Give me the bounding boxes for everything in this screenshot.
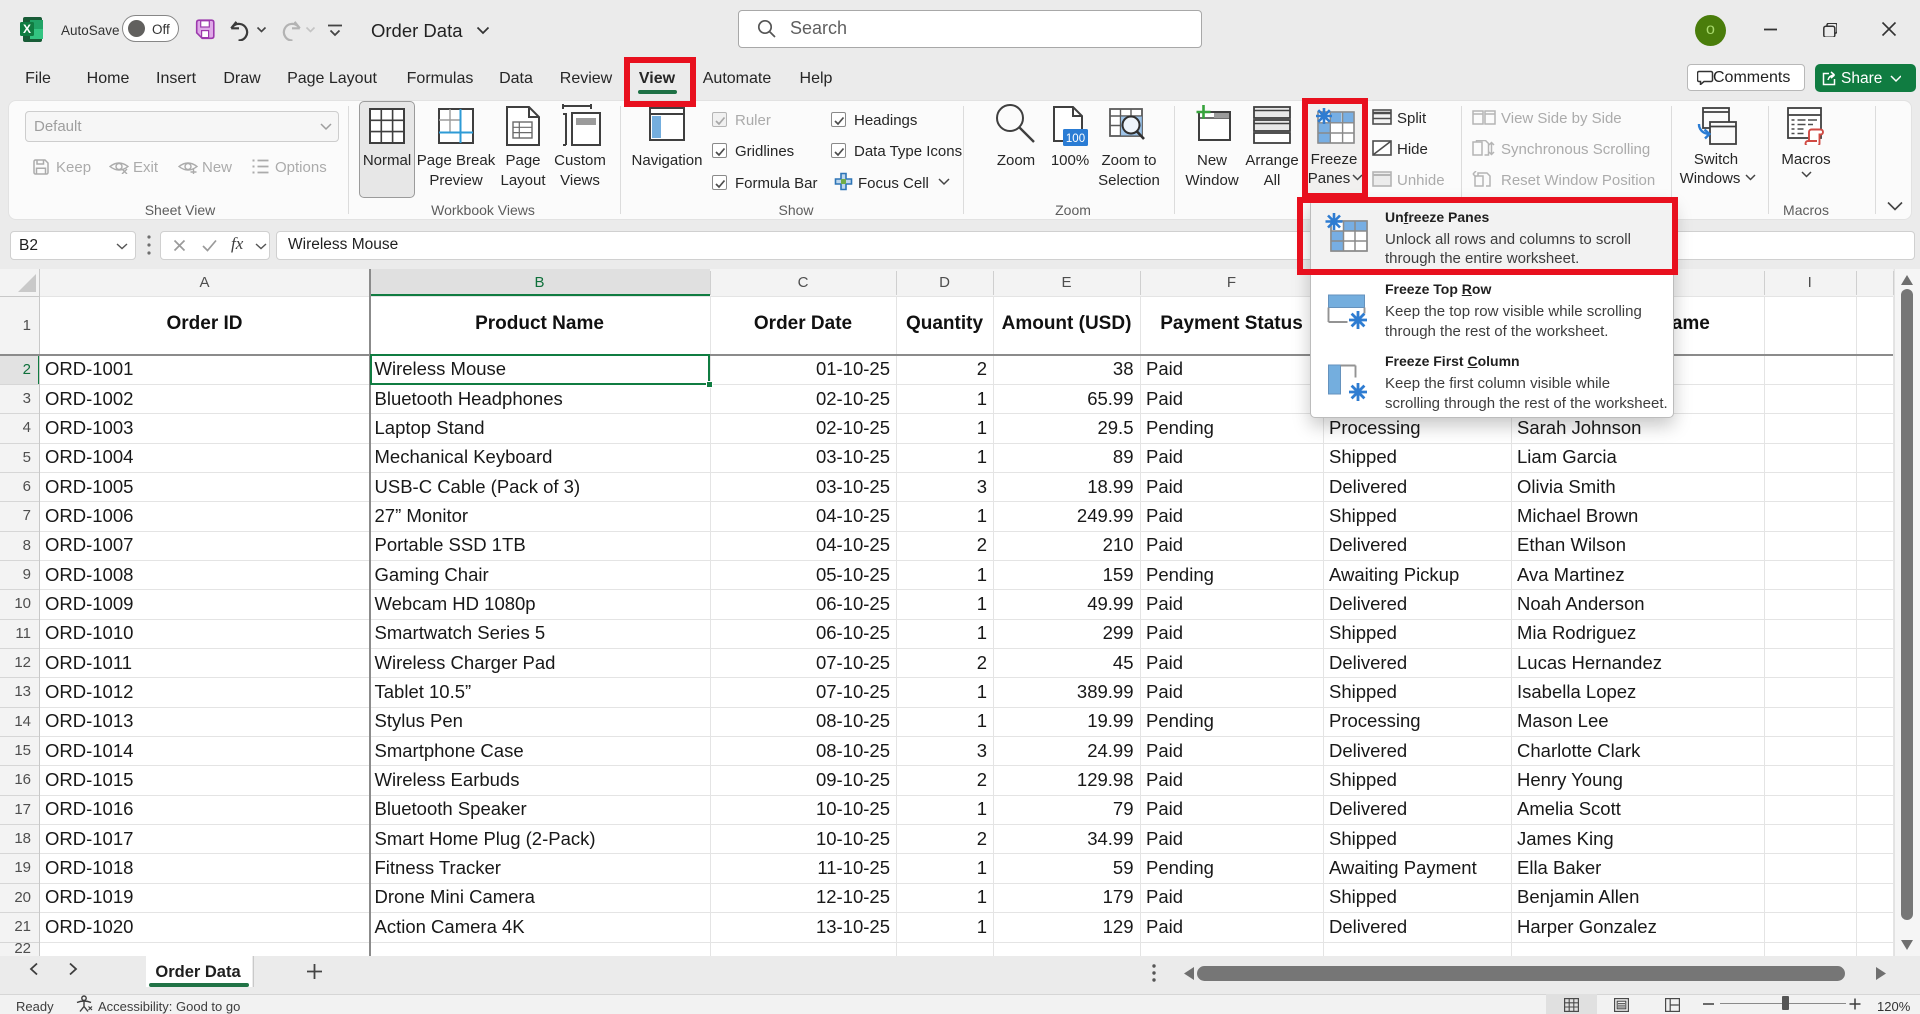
svg-text:100: 100 [1066, 133, 1085, 145]
svg-text:X: X [23, 22, 31, 36]
